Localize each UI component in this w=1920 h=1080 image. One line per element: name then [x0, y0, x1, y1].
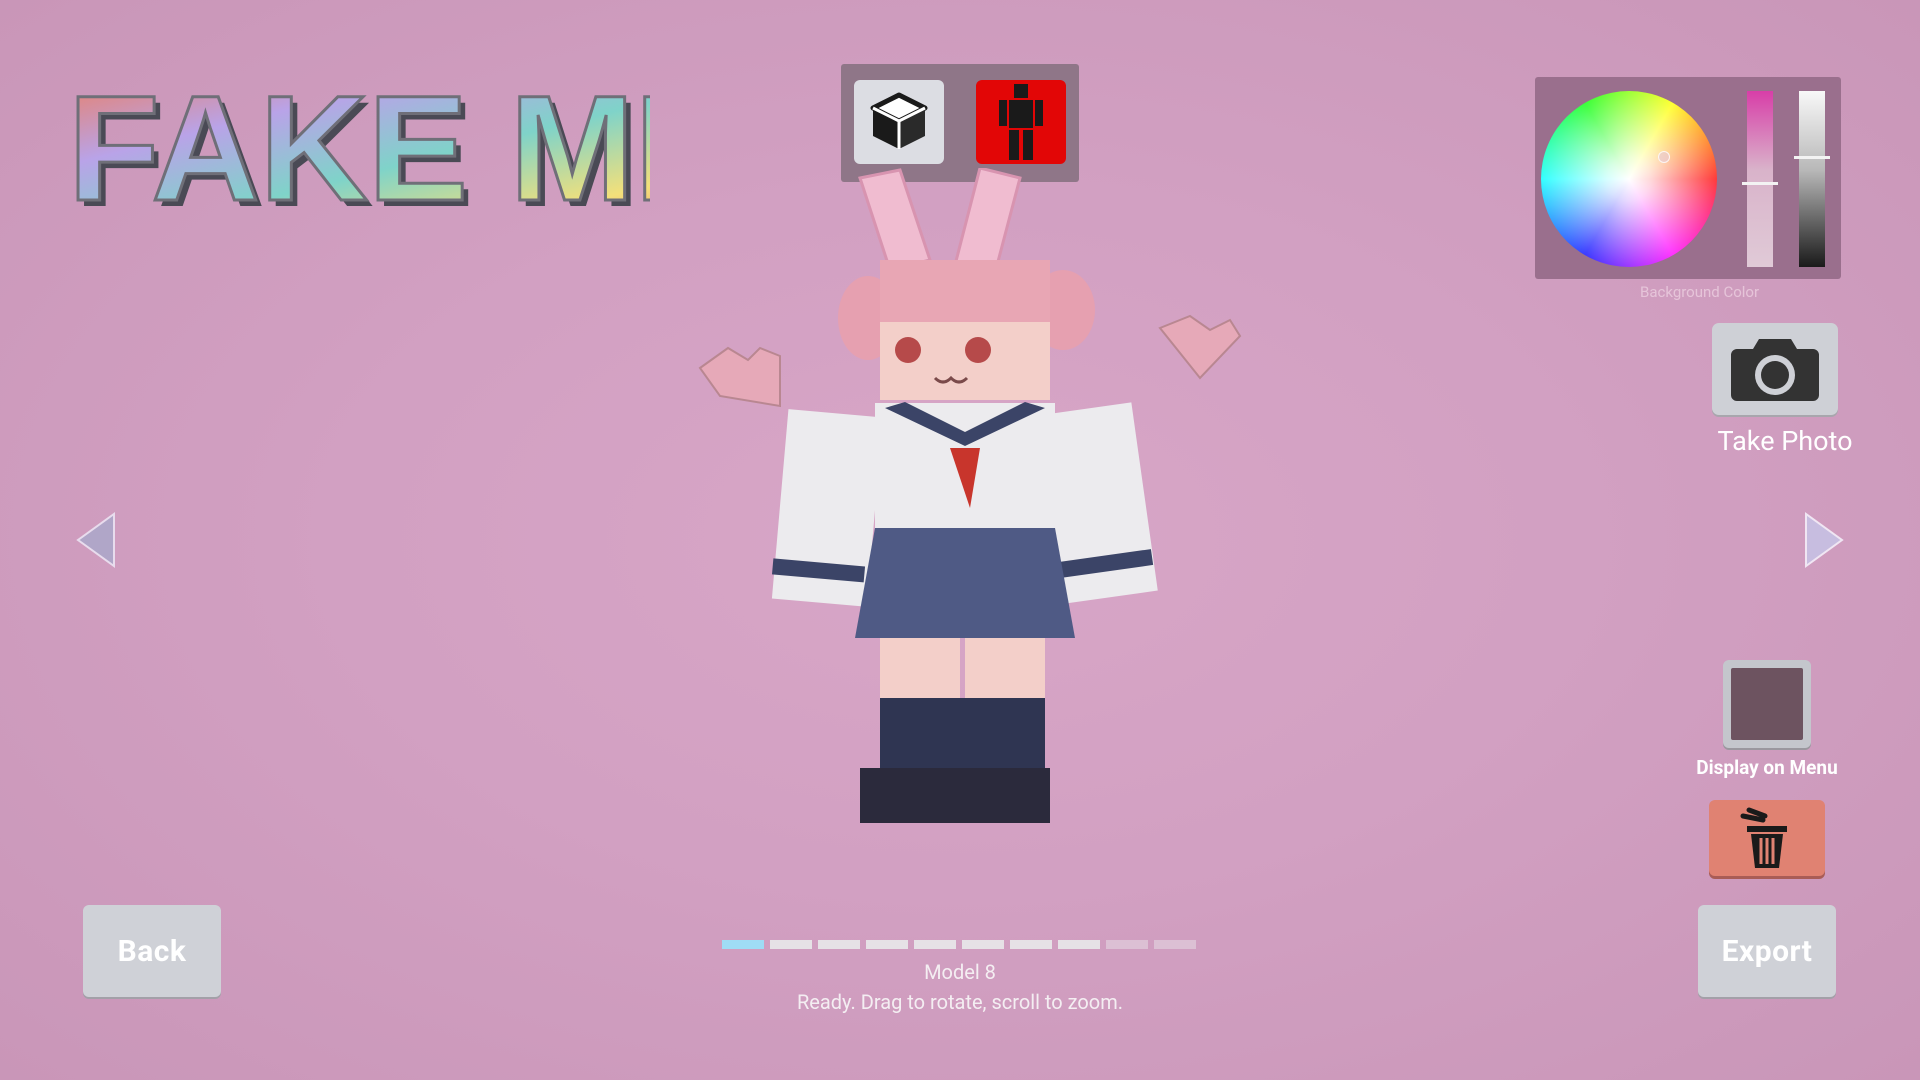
brightness-slider[interactable] — [1799, 91, 1825, 267]
model-name: Model 8 — [924, 960, 996, 984]
export-button[interactable]: Export — [1698, 905, 1836, 997]
body-icon — [999, 84, 1043, 160]
pager-dot-9[interactable] — [1106, 940, 1148, 949]
take-photo-button[interactable] — [1712, 323, 1838, 415]
take-photo-label: Take Photo — [1717, 425, 1853, 457]
body-mode-button[interactable] — [976, 80, 1066, 164]
status-text: Ready. Drag to rotate, scroll to zoom. — [796, 990, 1124, 1014]
avatar-model[interactable] — [698, 168, 1242, 823]
pager-dot-2[interactable] — [770, 940, 812, 949]
heart-right — [1158, 314, 1242, 380]
svg-text:FAKE ME: FAKE ME — [68, 64, 650, 232]
background-color-label: Background Color — [1640, 283, 1760, 301]
saturation-slider-handle[interactable] — [1742, 182, 1778, 185]
cube-icon — [870, 92, 928, 149]
fake-me-logo: FAKE ME FAKE ME — [67, 63, 651, 239]
saturation-slider[interactable] — [1747, 91, 1773, 267]
delete-model-button[interactable] — [1709, 800, 1825, 876]
back-button[interactable]: Back — [83, 905, 221, 997]
pager-dot-10[interactable] — [1154, 940, 1196, 949]
brightness-slider-handle[interactable] — [1794, 156, 1830, 159]
display-on-menu-checkbox[interactable] — [1723, 660, 1811, 748]
pager-dot-8[interactable] — [1058, 940, 1100, 949]
pager-dot-6[interactable] — [962, 940, 1004, 949]
model-pager — [722, 940, 1202, 952]
view-mode-toggle — [841, 64, 1079, 182]
heart-left — [698, 346, 781, 408]
pager-dot-1[interactable] — [722, 940, 764, 949]
pager-dot-7[interactable] — [1010, 940, 1052, 949]
background-color-picker — [1535, 77, 1841, 279]
pager-dot-4[interactable] — [866, 940, 908, 949]
pager-dot-3[interactable] — [818, 940, 860, 949]
display-on-menu-label: Display on Menu — [1696, 756, 1838, 779]
hue-color-wheel[interactable] — [1541, 91, 1717, 267]
trash-icon — [1740, 807, 1787, 868]
pager-dot-5[interactable] — [914, 940, 956, 949]
model-viewport[interactable] — [680, 168, 1250, 838]
next-model-arrow-icon[interactable] — [1802, 512, 1846, 568]
cube-mode-button[interactable] — [854, 80, 944, 164]
camera-icon — [1731, 339, 1819, 401]
color-wheel-handle[interactable] — [1658, 151, 1670, 163]
checkbox-fill — [1731, 668, 1803, 740]
previous-model-arrow-icon[interactable] — [74, 512, 118, 568]
